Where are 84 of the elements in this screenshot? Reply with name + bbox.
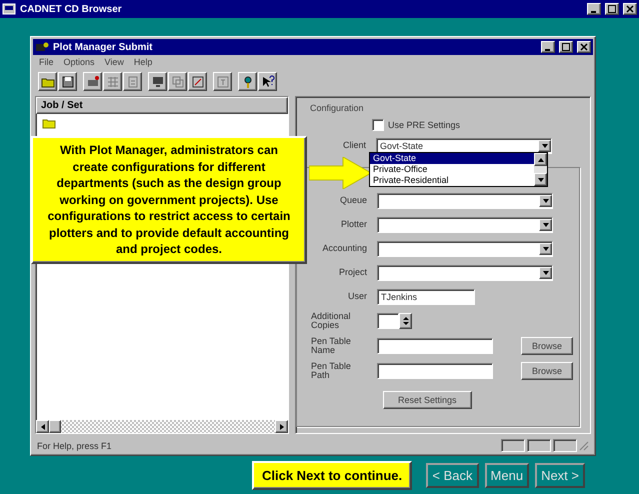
up-arrow-icon	[536, 156, 544, 164]
maximize-icon	[608, 5, 616, 13]
checkbox-label: Use PRE Settings	[388, 120, 460, 130]
right-arrow-icon	[278, 422, 286, 430]
resize-grip-icon[interactable]	[579, 440, 589, 450]
field-label: Plotter	[340, 220, 367, 230]
combo-box[interactable]	[377, 217, 553, 233]
browse-button[interactable]: Browse	[520, 337, 573, 356]
status-panel	[527, 439, 551, 452]
close-icon	[580, 43, 588, 51]
down-arrow-icon	[540, 142, 548, 150]
dropdown-option[interactable]: Govt-State	[370, 153, 534, 164]
help-pointer-icon	[260, 74, 274, 88]
combo-box[interactable]	[377, 265, 553, 281]
frame-icon	[190, 74, 204, 88]
field-label: Project	[338, 268, 367, 278]
nav-button[interactable]: Menu	[484, 462, 530, 488]
text-icon	[216, 74, 230, 88]
down-arrow-icon	[542, 245, 550, 253]
help-pointer-button[interactable]	[258, 72, 277, 91]
dialog-title: Plot Manager Submit	[53, 42, 154, 52]
checkbox[interactable]	[372, 119, 384, 131]
pointer-arrow	[309, 157, 371, 189]
layers-button[interactable]	[168, 72, 187, 91]
field-label: Pen Table Path	[311, 362, 352, 381]
window-title: CADNET CD Browser	[20, 4, 123, 14]
maximize-icon	[562, 43, 570, 51]
disk-button[interactable]	[58, 72, 77, 91]
status-panel	[553, 439, 577, 452]
minimize-button[interactable]	[541, 41, 555, 53]
browse-button[interactable]: Browse	[520, 362, 573, 380]
text-field[interactable]: TJenkins	[377, 289, 475, 305]
nav-button[interactable]: Next >	[535, 462, 585, 488]
number-field[interactable]	[377, 313, 399, 330]
menu-item[interactable]: Options	[64, 57, 95, 67]
up-down-arrows-icon	[402, 316, 410, 326]
instruction-text: Click Next to continue.	[252, 460, 412, 490]
grid-icon	[106, 74, 120, 88]
field-label: Accounting	[321, 244, 367, 254]
monitor-icon	[150, 74, 164, 88]
vertical-scrollbar[interactable]	[534, 153, 547, 186]
frame-button[interactable]	[188, 72, 207, 91]
column-header[interactable]: Job / Set	[36, 97, 288, 114]
close-button[interactable]	[623, 3, 637, 15]
field-label: Additional Copies	[311, 312, 352, 331]
status-text: For Help, press F1	[37, 440, 113, 450]
field-label: Client	[342, 141, 366, 151]
page-icon	[126, 74, 140, 88]
section-heading: Configuration	[310, 103, 365, 113]
nav-button[interactable]: < Back	[426, 462, 479, 488]
field-label: Queue	[338, 196, 367, 206]
down-arrow-icon	[536, 176, 544, 184]
spin-button[interactable]	[399, 313, 412, 330]
maximize-button[interactable]	[605, 3, 619, 15]
folder-icon[interactable]	[42, 118, 56, 129]
monitor-button[interactable]	[148, 72, 167, 91]
layers-icon	[170, 74, 184, 88]
close-icon	[626, 5, 634, 13]
text-button[interactable]	[213, 72, 232, 91]
callout-text: With Plot Manager, administrators can create configurations for different departments (such as the design group working on government projects). Use configurations to restrict access to certain plotters and to provide default accounting and project codes.	[31, 136, 307, 264]
horizontal-scrollbar[interactable]	[36, 420, 288, 433]
minimize-button[interactable]	[587, 3, 601, 15]
text-field[interactable]	[377, 363, 493, 380]
field-label: Pen Table Name	[311, 336, 352, 356]
menu-item[interactable]: View	[104, 57, 124, 67]
text-field[interactable]	[377, 338, 493, 354]
status-panel	[501, 439, 525, 452]
field-label: User	[346, 292, 367, 302]
page-button[interactable]	[123, 72, 142, 91]
grid-button[interactable]	[103, 72, 122, 91]
down-arrow-icon	[542, 221, 550, 229]
reset-settings-button[interactable]: Reset Settings	[383, 390, 472, 409]
menu-item[interactable]: Help	[134, 57, 152, 67]
down-arrow-icon	[542, 269, 550, 277]
left-arrow-icon	[38, 422, 46, 430]
scroll-thumb[interactable]	[49, 420, 61, 433]
pin-button[interactable]	[238, 72, 257, 91]
close-button[interactable]	[577, 41, 591, 53]
maximize-button[interactable]	[559, 41, 573, 53]
down-arrow-icon	[542, 197, 550, 205]
folder-button[interactable]	[38, 72, 57, 91]
combo-box[interactable]	[377, 241, 553, 257]
combo-box[interactable]	[377, 193, 553, 209]
menu-item[interactable]: File	[39, 57, 54, 67]
